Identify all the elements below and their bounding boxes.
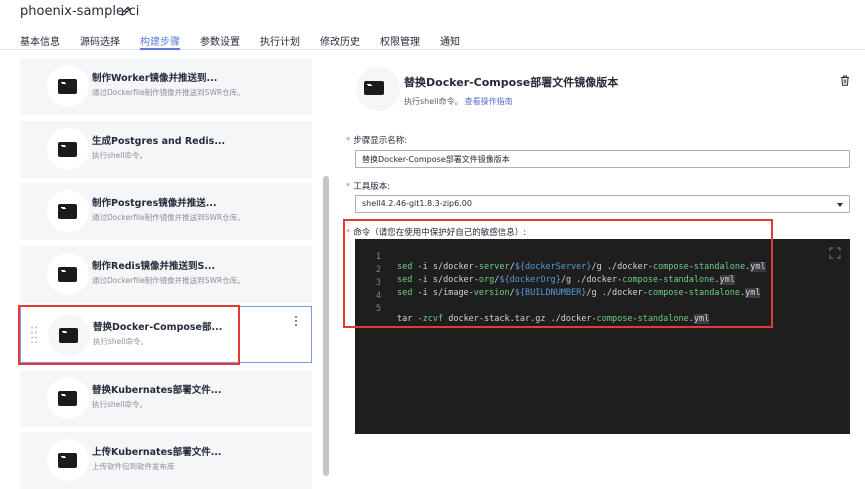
step-card[interactable]: 上传Kubernates部署文件... 上传软件包到软件发布库 [20,432,312,489]
name-label-text: 步骤显示名称: [353,136,408,146]
command-editor[interactable]: 1 sed -i s/docker-server/${dockerServer}… [355,239,850,434]
tab-notifications[interactable]: 通知 [440,33,460,50]
step-title: 制作Redis镜像并推送到S... [92,261,216,272]
step-card[interactable]: 制作Worker镜像并推送到... 通过Dockerfile制作镜像并推送到SW… [20,58,312,115]
tab-schedule[interactable]: 执行计划 [260,33,300,50]
tab-permissions[interactable]: 权限管理 [380,33,420,50]
terminal-icon [58,391,77,406]
step-desc: 执行shell命令。 [92,400,147,409]
code-line: 1 sed -i s/docker-server/${dockerServer}… [355,242,850,272]
step-desc: 执行shell命令。 [92,151,147,160]
terminal-icon [58,79,77,94]
tab-source[interactable]: 源码选择 [80,33,120,50]
terminal-icon [58,142,77,157]
tool-version-select[interactable]: shell4.2.46-git1.8.3-zip6.00 [355,195,850,213]
tool-label-text: 工具版本: [353,182,391,192]
code-line: 5 tar -zcvf docker-stack.tar.gz ./docker… [355,294,850,324]
step-card[interactable]: 生成Postgres and Redis... 执行shell命令。 [20,121,312,178]
step-title: 制作Postgres镜像并推送... [92,198,217,209]
code-line: 2 sed -i s/docker-org/${dockerOrg}/g ./d… [355,255,850,285]
step-desc: 上传软件包到软件发布库 [92,462,175,471]
step-desc: 通过Dockerfile制作镜像并推送到SWR仓库。 [92,213,245,222]
code-text: tar -zcvf docker-stack.tar.gz ./docker-c… [397,314,710,324]
tab-basic-info[interactable]: 基本信息 [20,33,60,50]
name-field-label: * 步骤显示名称: [346,136,408,146]
command-label-text: 命令（请您在使用中保护好自己的敏感信息）: [353,228,527,238]
terminal-icon [59,328,78,343]
chevron-down-icon [837,203,843,207]
detail-title: 替换Docker-Compose部署文件镜像版本 [404,76,619,89]
step-desc: 通过Dockerfile制作镜像并推送到SWR仓库。 [92,88,245,97]
tool-field-label: * 工具版本: [346,182,391,192]
steps-scrollbar[interactable] [323,176,329,476]
step-card-selected[interactable]: 替换Docker-Compose部... 执行shell命令。 [20,306,312,363]
step-title: 上传Kubernates部署文件... [92,447,222,458]
detail-subtitle: 执行shell命令。 查看操作指南 [404,96,513,107]
terminal-icon [364,81,384,95]
expand-icon[interactable] [829,247,841,259]
step-title: 替换Kubernates部署文件... [92,385,222,396]
edit-icon[interactable] [120,5,132,17]
step-desc: 执行shell命令。 [93,337,148,346]
tab-history[interactable]: 修改历史 [320,33,360,50]
step-card[interactable]: 制作Redis镜像并推送到S... 通过Dockerfile制作镜像并推送到SW… [20,246,312,303]
step-title: 制作Worker镜像并推送到... [92,73,218,84]
step-card[interactable]: 制作Postgres镜像并推送... 通过Dockerfile制作镜像并推送到S… [20,183,312,240]
command-field-label: * 命令（请您在使用中保护好自己的敏感信息）: [346,228,527,238]
tab-build-steps[interactable]: 构建步骤 [140,33,180,50]
guide-link[interactable]: 查看操作指南 [465,97,513,106]
step-title: 替换Docker-Compose部... [93,322,223,333]
terminal-icon [58,204,77,219]
line-number: 5 [375,304,381,314]
step-name-input[interactable] [355,150,850,168]
tab-bar: 基本信息 源码选择 构建步骤 参数设置 执行计划 修改历史 权限管理 通知 [20,33,480,50]
step-title: 生成Postgres and Redis... [92,136,226,147]
drag-handle-icon[interactable] [30,325,38,343]
code-line: 3 sed -i s/image-version/${BUILDNUMBER}/… [355,268,850,298]
app-header: phoenix-sample-ci 基本信息 源码选择 构建步骤 参数设置 执行… [0,0,865,50]
trash-icon[interactable] [840,75,850,86]
terminal-icon [58,267,77,282]
code-line: 4 [355,281,850,301]
tab-parameters[interactable]: 参数设置 [200,33,240,50]
terminal-icon [58,453,77,468]
tool-version-value: shell4.2.46-git1.8.3-zip6.00 [362,199,472,208]
detail-desc: 执行shell命令。 [404,97,463,106]
more-vertical-icon[interactable] [294,316,298,330]
step-desc: 通过Dockerfile制作镜像并推送到SWR仓库。 [92,276,245,285]
step-card[interactable]: 替换Kubernates部署文件... 执行shell命令。 [20,370,312,427]
